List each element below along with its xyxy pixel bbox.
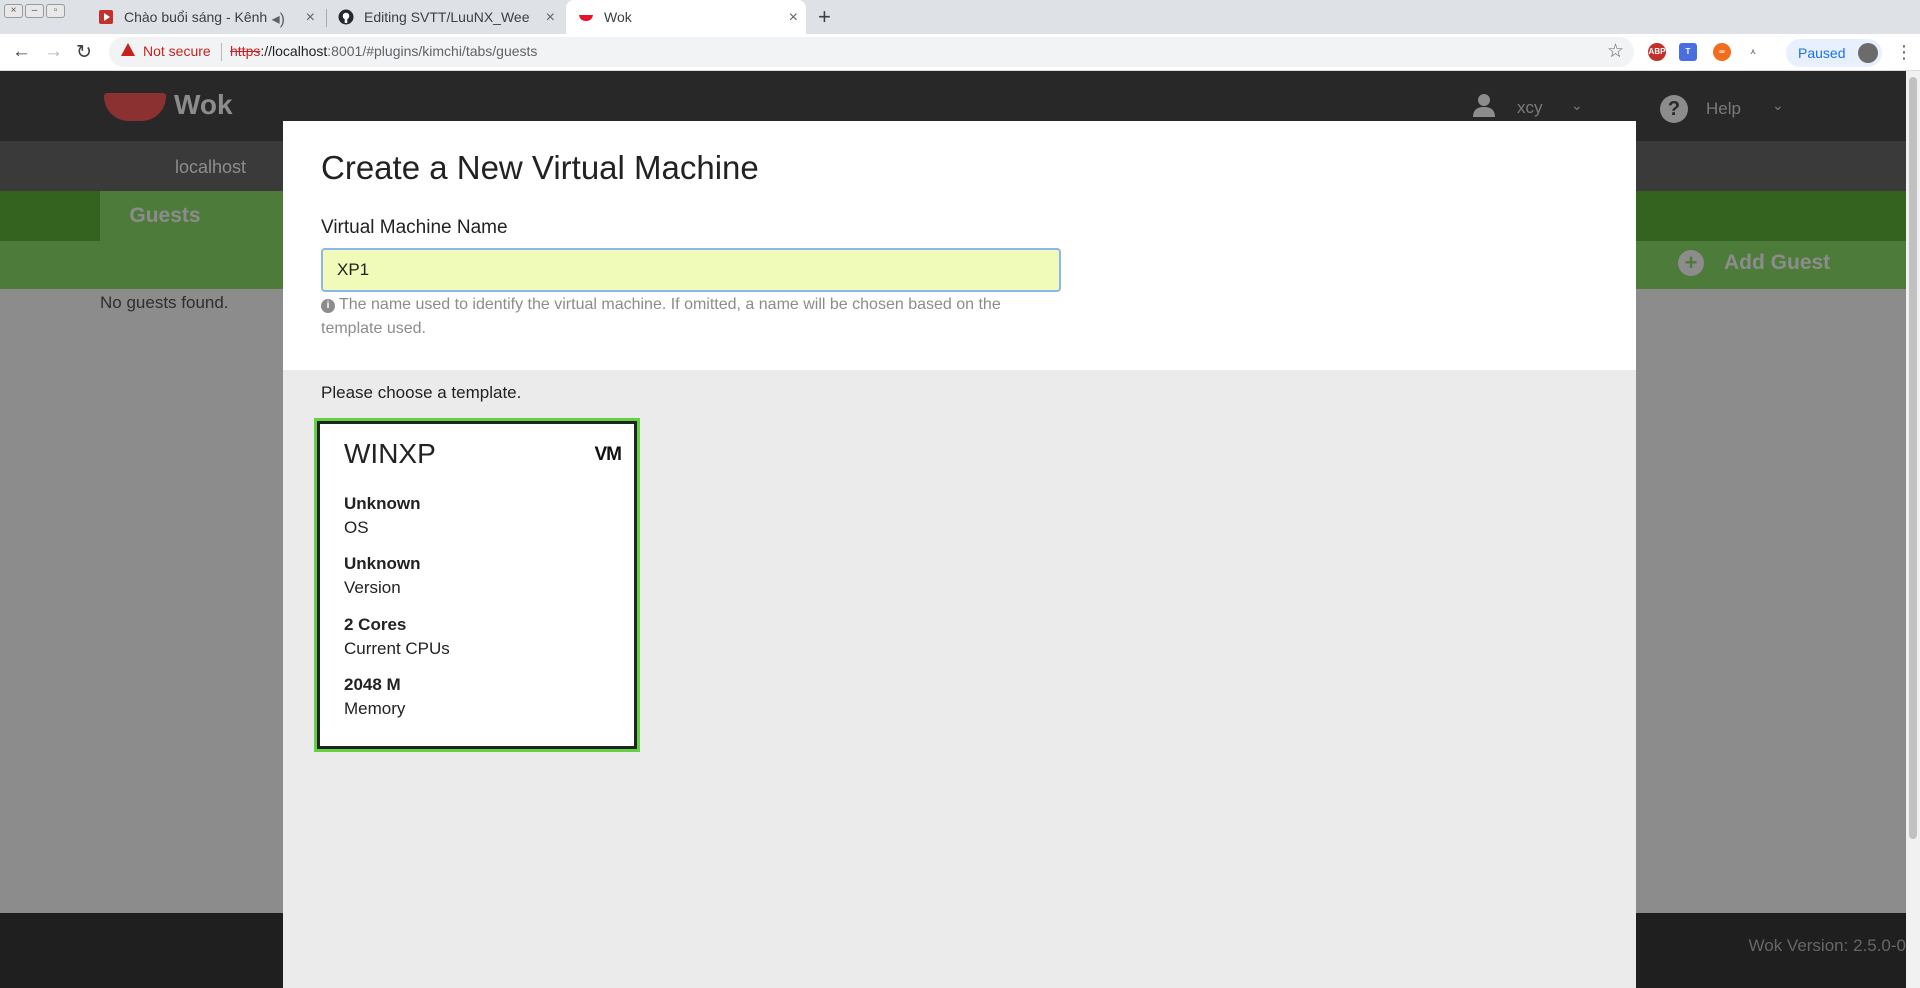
modal-title: Create a New Virtual Machine — [321, 149, 759, 186]
url-text[interactable]: https://localhost:8001/#plugins/kimchi/t… — [230, 43, 537, 59]
template-version: Unknown Version — [344, 554, 421, 598]
tab-title: Chào buổi sáng - Kênh — [124, 9, 268, 25]
forward-arrow-icon[interactable]: → — [44, 41, 63, 63]
template-name: WINXP — [344, 438, 436, 469]
scrollbar-thumb[interactable] — [1909, 77, 1917, 839]
close-window-icon[interactable]: × — [4, 4, 23, 18]
os-label: OS — [344, 518, 369, 537]
tab-title: Editing SVTT/LuuNX_Wee — [364, 9, 530, 25]
menu-kebab-icon[interactable]: ⋮ — [1895, 42, 1913, 63]
browser-tab-bar: × – ▫ Chào buổi sáng - Kênh ◂) × Editing… — [0, 0, 1920, 34]
hint-text: The name used to identify the virtual ma… — [321, 296, 1001, 337]
vm-name-label: Virtual Machine Name — [321, 217, 508, 238]
github-icon — [338, 9, 354, 25]
reload-icon[interactable]: ↻ — [76, 41, 92, 64]
tab-close-icon[interactable]: × — [789, 9, 798, 27]
adblock-extension-icon[interactable]: ABP — [1648, 43, 1666, 61]
vm-name-hint: i The name used to identify the virtual m… — [321, 293, 1061, 341]
template-card[interactable]: WINXP VM Unknown OS Unknown Version 2 Co… — [317, 421, 637, 749]
bookmark-star-icon[interactable]: ☆ — [1607, 40, 1624, 63]
address-divider — [221, 43, 222, 61]
maximize-window-icon[interactable]: ▫ — [46, 4, 65, 18]
tab-divider — [326, 9, 327, 27]
os-value: Unknown — [344, 494, 421, 513]
url-path: :8001/#plugins/kimchi/tabs/guests — [327, 43, 538, 59]
tab-close-icon[interactable]: × — [306, 9, 315, 27]
memory-label: Memory — [344, 699, 406, 718]
url-host: ://localhost — [260, 43, 328, 59]
cpu-label: Current CPUs — [344, 639, 450, 658]
browser-tab-github[interactable]: Editing SVTT/LuuNX_Wee × — [338, 0, 563, 34]
template-cpus: 2 Cores Current CPUs — [344, 615, 450, 659]
profile-button[interactable]: Paused — [1786, 39, 1882, 67]
window-controls: × – ▫ — [4, 4, 65, 18]
speaker-icon[interactable]: ◂) — [272, 9, 285, 29]
create-vm-modal: Create a New Virtual Machine Virtual Mac… — [283, 121, 1636, 988]
tab-title: Wok — [604, 9, 632, 25]
browser-toolbar: ← → ↻ Not secure https://localhost:8001/… — [0, 34, 1920, 71]
warning-icon — [121, 43, 135, 56]
template-os: Unknown OS — [344, 494, 421, 538]
modal-header-section: Create a New Virtual Machine Virtual Mac… — [283, 121, 1636, 370]
wok-icon — [579, 15, 593, 21]
vm-name-input[interactable] — [321, 248, 1061, 292]
back-arrow-icon[interactable]: ← — [12, 41, 31, 63]
choose-template-label: Please choose a template. — [321, 383, 522, 402]
address-bar[interactable]: Not secure https://localhost:8001/#plugi… — [109, 37, 1634, 67]
translate-extension-icon[interactable]: T — [1679, 43, 1697, 61]
vm-badge: VM — [594, 444, 622, 465]
minimize-window-icon[interactable]: – — [25, 4, 44, 18]
extension-icon[interactable]: ∞ — [1713, 43, 1731, 61]
version-label: Version — [344, 578, 401, 597]
avatar — [1858, 43, 1878, 63]
new-tab-icon[interactable]: + — [818, 4, 831, 30]
cpu-value: 2 Cores — [344, 615, 407, 634]
browser-tab-wok[interactable]: Wok × — [566, 0, 806, 34]
memory-value: 2048 M — [344, 675, 401, 694]
youtube-icon — [99, 10, 113, 24]
browser-tab-youtube[interactable]: Chào buổi sáng - Kênh ◂) × — [98, 0, 323, 34]
profile-status: Paused — [1798, 45, 1846, 61]
page-scrollbar[interactable] — [1906, 71, 1920, 988]
tab-close-icon[interactable]: × — [546, 9, 555, 27]
template-memory: 2048 M Memory — [344, 675, 405, 719]
info-icon: i — [321, 299, 335, 313]
url-scheme: https — [230, 43, 261, 59]
version-value: Unknown — [344, 554, 421, 573]
cursor-extension-icon[interactable]: ⋏ — [1744, 43, 1762, 61]
security-status[interactable]: Not secure — [143, 43, 211, 59]
